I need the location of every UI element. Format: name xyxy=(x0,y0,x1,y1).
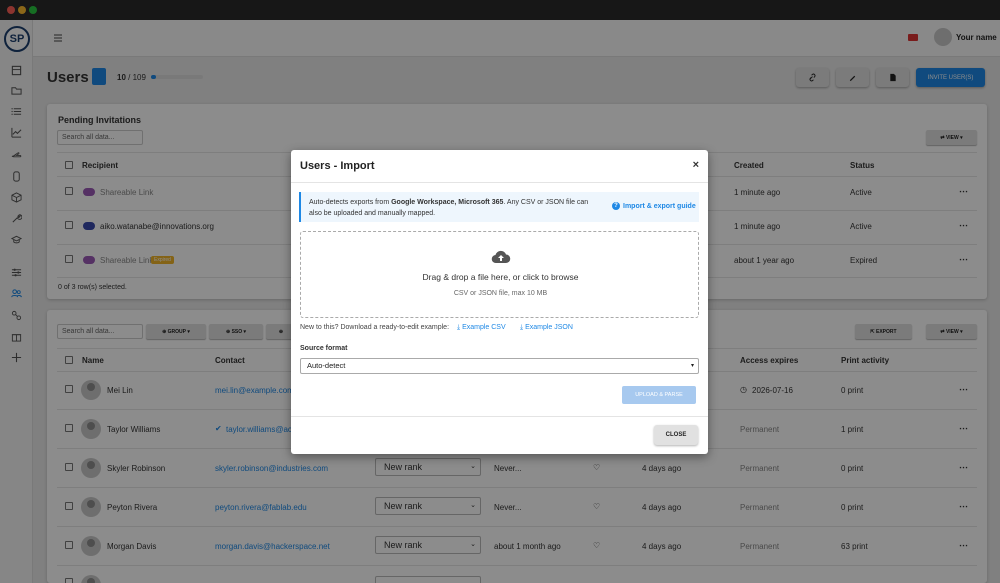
file-dropzone[interactable]: Drag & drop a file here, or click to bro… xyxy=(300,231,699,318)
upload-parse-button[interactable]: UPLOAD & PARSE xyxy=(622,386,696,404)
dropzone-hint: CSV or JSON file, max 10 MB xyxy=(453,290,548,297)
example-json-label: Example JSON xyxy=(525,324,573,331)
info-banner: Auto-detects exports from Google Workspa… xyxy=(299,192,699,222)
source-format-select[interactable]: Auto-detect ▾ xyxy=(300,358,699,374)
source-format-value: Auto-detect xyxy=(307,361,346,370)
import-dialog: Users - Import × Auto-detects exports fr… xyxy=(291,150,708,454)
example-json-link[interactable]: ⤓ Example JSON xyxy=(520,324,573,332)
divider xyxy=(291,182,708,183)
examples-label: New to this? Download a ready-to-edit ex… xyxy=(300,324,450,331)
dropzone-instruction: Drag & drop a file here, or click to bro… xyxy=(422,272,579,282)
source-format-label: Source format xyxy=(300,345,348,352)
info-text: Auto-detects exports from Google Workspa… xyxy=(309,197,599,219)
close-button[interactable]: CLOSE xyxy=(654,425,698,445)
cloud-upload-icon xyxy=(491,250,511,264)
help-icon: ? xyxy=(612,202,620,210)
download-icon: ⤓ xyxy=(457,324,461,331)
download-icon: ⤓ xyxy=(520,324,524,331)
dialog-title: Users - Import xyxy=(300,160,375,172)
import-export-guide-link[interactable]: ? Import & export guide xyxy=(612,202,696,210)
info-bold: Google Workspace, Microsoft 365 xyxy=(391,199,504,206)
guide-label: Import & export guide xyxy=(623,202,696,210)
chevron-down-icon: ▾ xyxy=(690,363,694,369)
close-icon[interactable]: × xyxy=(693,159,699,171)
example-csv-link[interactable]: ⤓ Example CSV xyxy=(457,324,506,332)
info-prefix: Auto-detects exports from xyxy=(309,199,392,206)
divider xyxy=(291,416,708,417)
example-csv-label: Example CSV xyxy=(462,324,506,331)
